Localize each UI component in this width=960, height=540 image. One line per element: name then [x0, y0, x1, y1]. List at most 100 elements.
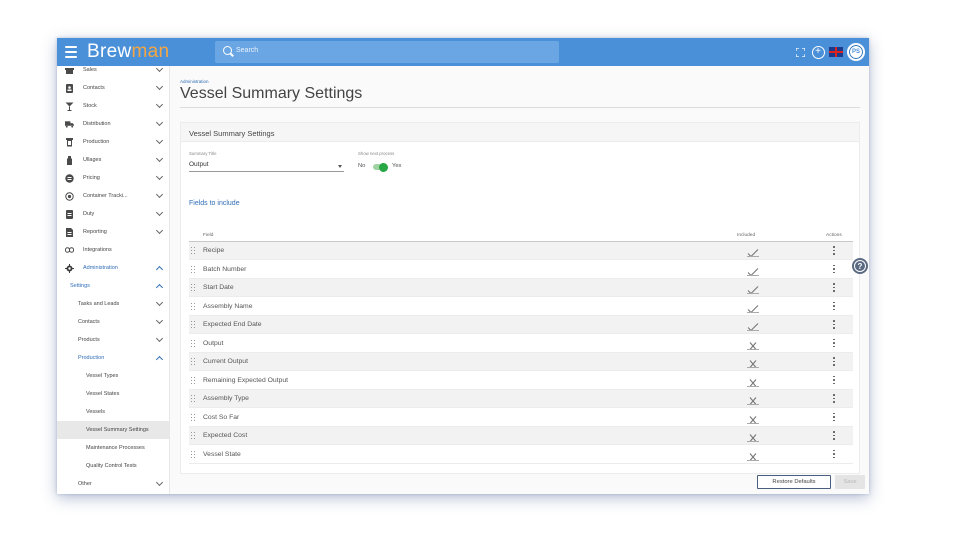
drag-handle-icon[interactable] — [191, 432, 196, 440]
help-icon[interactable]: ? — [852, 258, 868, 274]
more-actions-icon[interactable] — [833, 375, 835, 385]
more-actions-icon[interactable] — [833, 338, 835, 348]
add-icon[interactable]: + — [811, 45, 825, 59]
table-row[interactable]: Assembly Type — [189, 390, 853, 408]
sidebar-item-vessel-states[interactable]: Vessel States — [57, 385, 169, 403]
table-row[interactable]: Remaining Expected Output — [189, 372, 853, 390]
more-actions-icon[interactable] — [833, 283, 835, 292]
sidebar-item-ullages[interactable]: Ullages — [57, 151, 169, 169]
avatar[interactable]: PS — [847, 43, 865, 61]
sidebar-item-sales[interactable]: Sales — [57, 61, 169, 79]
report-icon — [65, 227, 74, 237]
sidebar-item-container-tracking[interactable]: Container Tracki... — [57, 187, 169, 205]
field-name: Cost So Far — [203, 413, 240, 421]
check-icon[interactable] — [747, 245, 759, 258]
sidebar-item-reporting[interactable]: Reporting — [57, 223, 169, 241]
included-column-header: Included — [737, 233, 756, 238]
more-actions-icon[interactable] — [833, 394, 835, 403]
cross-icon[interactable] — [747, 412, 759, 424]
drag-handle-icon[interactable] — [191, 450, 196, 459]
more-actions-icon[interactable] — [833, 431, 835, 440]
drag-handle-icon[interactable] — [191, 358, 196, 366]
sidebar-item-production[interactable]: Production — [57, 133, 169, 151]
sidebar-item-duty[interactable]: Duty — [57, 205, 169, 223]
sidebar-item-maintenance-processes[interactable]: Maintenance Processes — [57, 439, 169, 457]
sidebar-item-vessel-types[interactable]: Vessel Types — [57, 367, 169, 385]
sidebar-item-settings-contacts[interactable]: Contacts — [57, 313, 169, 331]
table-row[interactable]: Assembly Name — [189, 298, 853, 316]
field-name: Expected End Date — [203, 321, 262, 328]
title-divider — [180, 107, 860, 108]
sidebar-item-settings[interactable]: Settings — [57, 277, 169, 295]
more-actions-icon[interactable] — [833, 357, 835, 366]
check-icon[interactable] — [747, 301, 759, 313]
sidebar: Sales Contacts Stock Distribution Produc… — [57, 64, 170, 494]
table-row[interactable]: Cost So Far — [189, 409, 853, 427]
show-next-process-toggle[interactable] — [373, 162, 388, 172]
table-row[interactable]: Start Date — [189, 279, 853, 297]
table-row[interactable]: Expected Cost — [189, 427, 853, 445]
expand-icon[interactable] — [793, 45, 807, 59]
drag-handle-icon[interactable] — [191, 376, 196, 385]
drag-handle-icon[interactable] — [191, 339, 196, 348]
search-input[interactable]: Search — [215, 41, 559, 63]
more-actions-icon[interactable] — [833, 264, 835, 274]
table-row[interactable]: Output — [189, 335, 853, 353]
app-logo[interactable]: Brewman — [87, 41, 169, 63]
sidebar-item-integrations[interactable]: Integrations — [57, 241, 169, 259]
sidebar-item-tasks-and-leads[interactable]: Tasks and Leads — [57, 295, 169, 313]
sidebar-item-stock[interactable]: Stock — [57, 97, 169, 115]
more-actions-icon[interactable] — [833, 412, 835, 422]
coin-icon — [65, 173, 74, 183]
cross-icon[interactable] — [747, 393, 759, 405]
hamburger-menu-icon[interactable] — [65, 46, 77, 58]
drag-handle-icon[interactable] — [191, 413, 196, 422]
drag-handle-icon[interactable] — [191, 284, 196, 292]
chevron-down-icon[interactable] — [338, 165, 342, 168]
sidebar-item-contacts[interactable]: Contacts — [57, 79, 169, 97]
field-name: Current Output — [203, 358, 248, 365]
breadcrumb[interactable]: Administration — [180, 79, 209, 84]
more-actions-icon[interactable] — [833, 320, 835, 329]
drag-handle-icon[interactable] — [191, 247, 196, 255]
cross-icon[interactable] — [747, 430, 759, 442]
field-name: Batch Number — [203, 265, 247, 273]
cross-icon[interactable] — [747, 375, 759, 387]
show-next-process-label: Show next process — [358, 151, 395, 156]
check-icon[interactable] — [747, 319, 759, 332]
sidebar-item-other[interactable]: Other — [57, 475, 169, 493]
uk-flag-icon[interactable] — [829, 45, 843, 59]
check-icon[interactable] — [747, 282, 759, 295]
table-row[interactable]: Vessel State — [189, 446, 853, 464]
restore-defaults-button[interactable]: Restore Defaults — [757, 475, 831, 489]
save-button[interactable]: Save — [835, 475, 865, 489]
check-icon[interactable] — [747, 264, 759, 276]
sidebar-item-settings-production[interactable]: Production — [57, 349, 169, 367]
field-name: Output — [203, 339, 224, 347]
more-actions-icon[interactable] — [833, 449, 835, 459]
cross-icon[interactable] — [747, 449, 759, 461]
fields-section-title: Fields to include — [189, 200, 240, 207]
drag-handle-icon[interactable] — [191, 395, 196, 403]
sidebar-item-distribution[interactable]: Distribution — [57, 115, 169, 133]
cross-icon[interactable] — [747, 338, 759, 350]
table-row[interactable]: Current Output — [189, 353, 853, 371]
table-row[interactable]: Expected End Date — [189, 316, 853, 334]
drag-handle-icon[interactable] — [191, 302, 196, 311]
sidebar-item-pricing[interactable]: Pricing — [57, 169, 169, 187]
sidebar-item-vessels[interactable]: Vessels — [57, 403, 169, 421]
sidebar-item-administration[interactable]: Administration — [57, 259, 169, 277]
drag-handle-icon[interactable] — [191, 265, 196, 274]
summary-title-value[interactable]: Output — [189, 161, 209, 168]
cross-icon[interactable] — [747, 356, 759, 368]
table-row[interactable]: Recipe — [189, 242, 853, 260]
more-actions-icon[interactable] — [833, 246, 835, 255]
sidebar-item-quality-control-tests[interactable]: Quality Control Tests — [57, 457, 169, 475]
sidebar-item-vessel-summary-settings[interactable]: Vessel Summary Settings — [57, 421, 169, 439]
more-actions-icon[interactable] — [833, 301, 835, 311]
table-row[interactable]: Batch Number — [189, 261, 853, 279]
drag-handle-icon[interactable] — [191, 321, 196, 329]
main-content: Administration Vessel Summary Settings V… — [170, 66, 869, 494]
sidebar-item-products[interactable]: Products — [57, 331, 169, 349]
summary-title-select[interactable] — [189, 171, 344, 172]
